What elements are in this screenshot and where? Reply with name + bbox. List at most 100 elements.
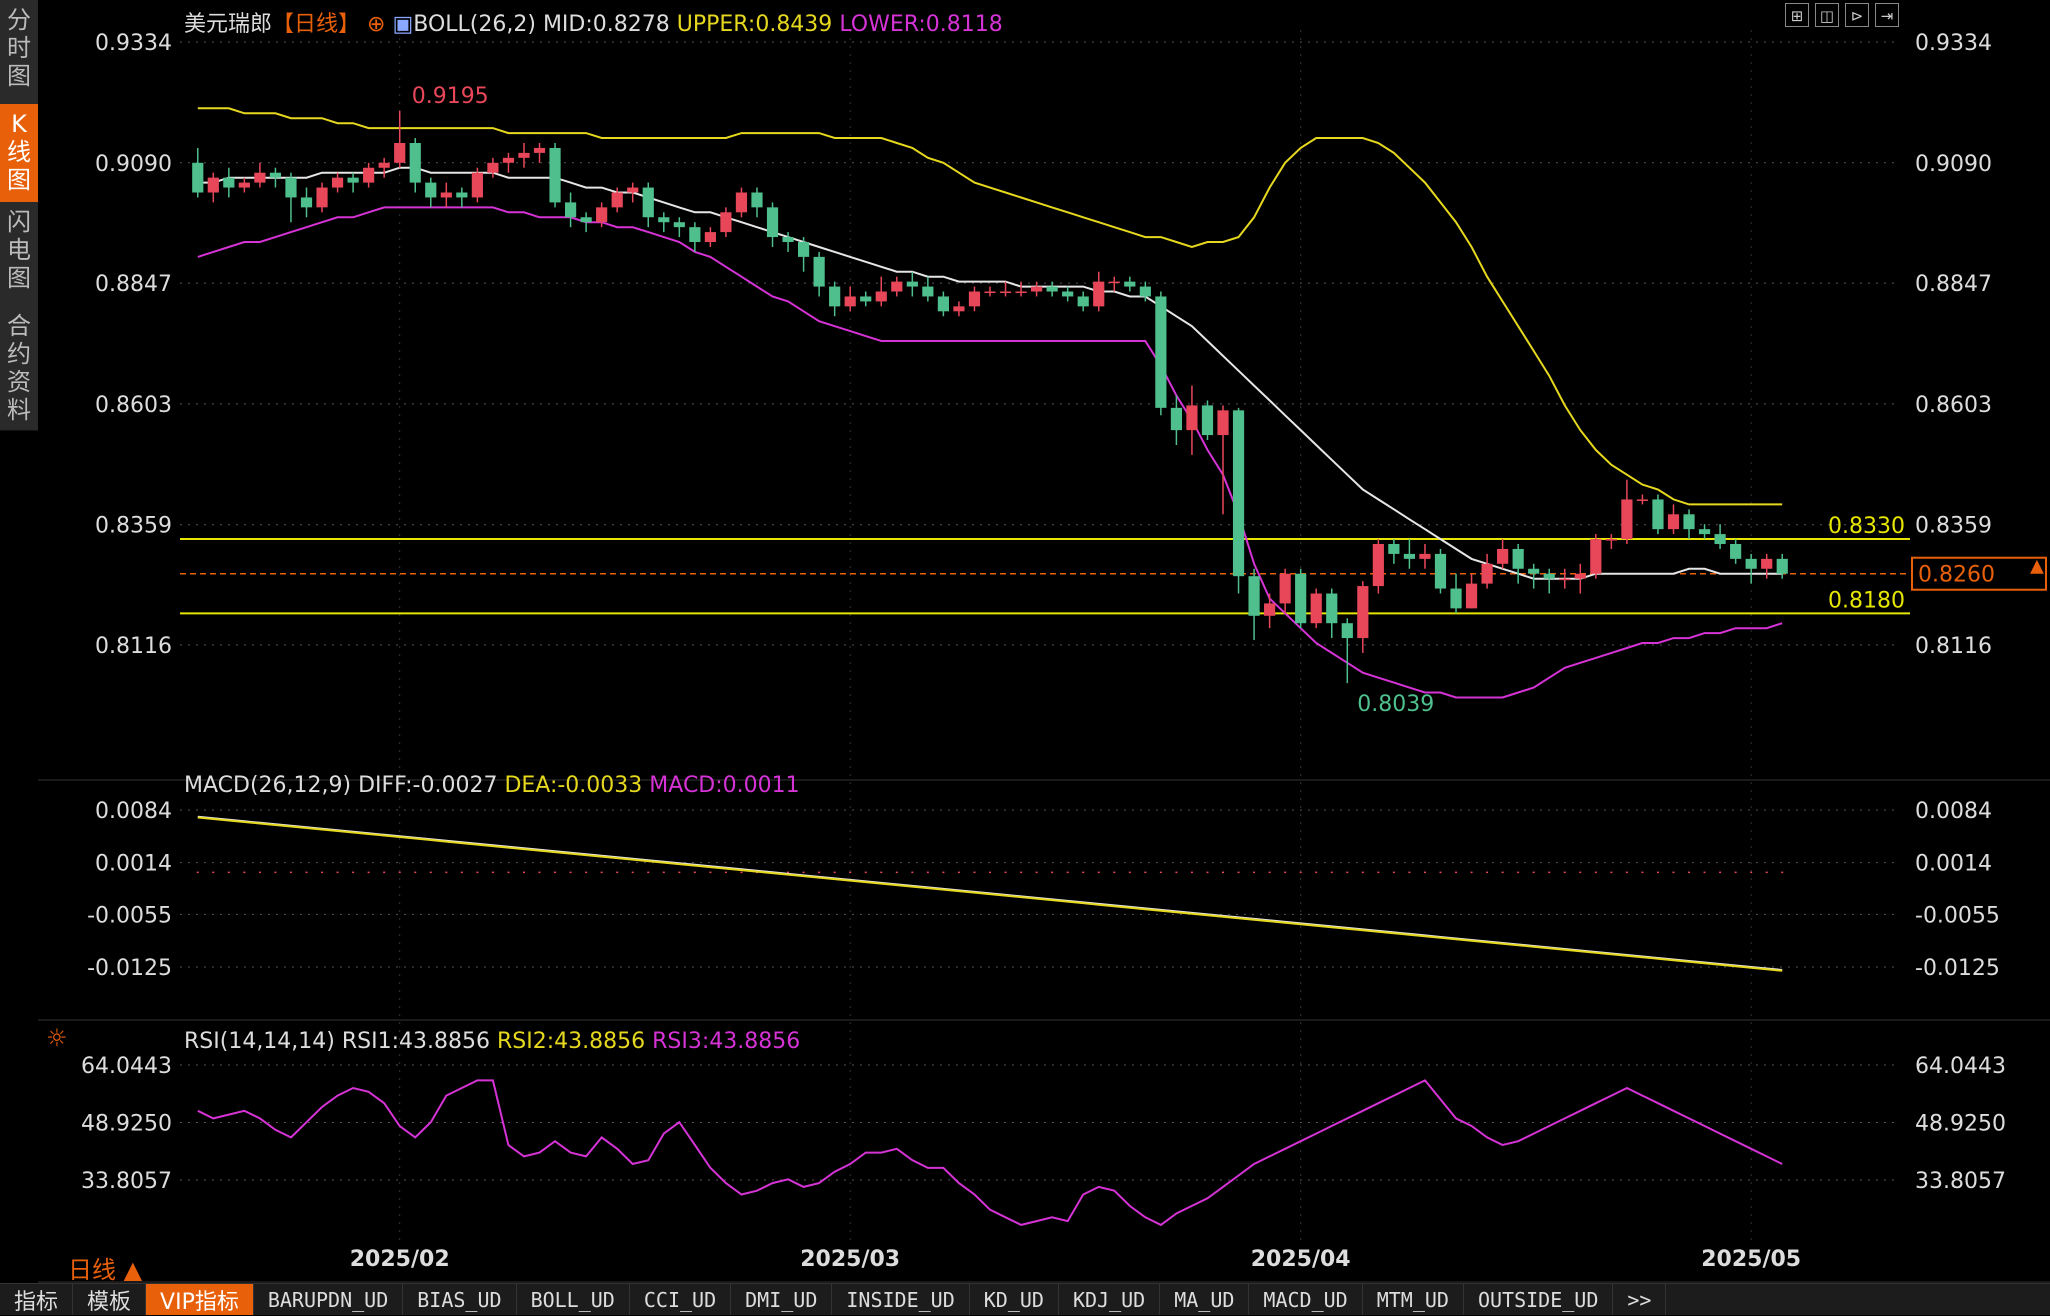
candle-body — [1465, 583, 1478, 609]
bottom-tab-vip-[interactable]: VIP指标 — [146, 1284, 254, 1315]
candle-body — [1388, 544, 1400, 554]
level-label: 0.8330 — [1828, 514, 1905, 539]
indicator-icon[interactable]: ▣ — [392, 12, 413, 37]
candle-body — [1046, 286, 1058, 292]
candle-body — [627, 187, 639, 193]
chart-canvas[interactable]: 0.83300.81800.8260 ▲ 0.91950.8039 0.9334 0… — [0, 0, 2050, 1314]
layout-end-icon[interactable]: ⇥ — [1875, 3, 1899, 27]
candle — [269, 167, 282, 188]
y-tick-right: 0.0084 — [1915, 799, 1992, 824]
candle-body — [1186, 405, 1198, 431]
candle — [673, 217, 685, 238]
candle-body — [689, 227, 701, 243]
layout-grid-icon[interactable]: ⊞ — [1785, 3, 1809, 27]
candle-body — [1574, 573, 1586, 579]
candle — [829, 281, 841, 317]
y-tick-right: 0.8359 — [1915, 514, 1992, 539]
candle-body — [1310, 593, 1322, 624]
candle-body — [611, 192, 623, 208]
candle-body — [331, 177, 344, 188]
candle — [1776, 553, 1788, 579]
candle-body — [440, 192, 452, 198]
candle — [891, 276, 903, 297]
rsi2-value: RSI2:43.8856 — [497, 1029, 646, 1054]
bottom-tab-boll-ud[interactable]: BOLL_UD — [517, 1284, 630, 1315]
candle-body — [1512, 548, 1524, 569]
candle — [1497, 539, 1509, 569]
y-tick-left: -0.0055 — [87, 903, 172, 928]
bottom-tab-macd-ud[interactable]: MACD_UD — [1249, 1284, 1363, 1315]
candle — [1015, 281, 1027, 297]
candle — [285, 172, 297, 223]
rsi-line — [197, 1079, 1783, 1227]
bottom-tab-mtm-ud[interactable]: MTM_UD — [1363, 1284, 1464, 1315]
bottom-tab-kdj-ud[interactable]: KDJ_UD — [1059, 1284, 1161, 1315]
candle — [1559, 568, 1571, 589]
candle — [1434, 548, 1447, 594]
tab-kline[interactable]: K线图 — [0, 104, 38, 203]
candle-body — [471, 172, 483, 198]
candle-body — [1403, 553, 1416, 559]
candle-body — [1559, 578, 1571, 581]
axis-labels: 0.9334 0.9334 0.9090 0.9090 0.8847 0.8847 0.86… — [81, 31, 2006, 1272]
candle — [689, 222, 701, 252]
bottom-tab-bias-ud[interactable]: BIAS_UD — [403, 1284, 517, 1315]
tab-contract-info[interactable]: 合约资料 — [0, 306, 38, 431]
candle — [1062, 286, 1074, 302]
y-tick-right: 0.9334 — [1915, 31, 1992, 56]
candle-body — [254, 172, 266, 183]
bottom-tab--[interactable]: 指标 — [0, 1284, 74, 1315]
candle-body — [300, 197, 313, 208]
bottom-tab-cci-ud[interactable]: CCI_UD — [630, 1284, 732, 1315]
y-tick-right: -0.0055 — [1915, 903, 2000, 928]
candle-body — [766, 207, 779, 238]
y-tick-left: 0.8603 — [95, 393, 172, 418]
candle-body — [875, 291, 887, 302]
candle-body — [720, 212, 732, 233]
candle-body — [906, 281, 918, 287]
candle — [1605, 534, 1617, 549]
candle — [1403, 539, 1416, 569]
period-selector[interactable]: 日线 ▲ — [68, 1250, 142, 1285]
tab-flash[interactable]: 闪电图 — [0, 202, 38, 307]
period-tag: 【日线】 — [272, 12, 361, 37]
tab-timeline[interactable]: 分时图 — [0, 0, 38, 105]
candle — [968, 286, 981, 312]
candle — [844, 286, 856, 312]
y-tick-left: -0.0125 — [87, 956, 172, 981]
candle-body — [1108, 281, 1120, 284]
candle — [1590, 534, 1602, 579]
layout-forward-icon[interactable]: ⊳ — [1845, 3, 1869, 27]
y-tick-right: 0.8603 — [1915, 393, 1992, 418]
bottom-tab-ma-ud[interactable]: MA_UD — [1160, 1284, 1250, 1315]
rsi3-value: RSI3:43.8856 — [652, 1029, 801, 1054]
candle-body — [751, 192, 763, 208]
bottom-tab-outside-ud[interactable]: OUTSIDE_UD — [1464, 1284, 1614, 1315]
boll-upper-line — [197, 107, 1783, 506]
settings-sun-icon[interactable]: ☼ — [46, 1024, 68, 1052]
y-tick-right: 0.8116 — [1915, 634, 1992, 659]
level-label: 0.8180 — [1828, 588, 1905, 613]
bottom-tab-kd-ud[interactable]: KD_UD — [970, 1284, 1059, 1315]
bottom-tab-barupdn-ud[interactable]: BARUPDN_UD — [254, 1284, 404, 1315]
candle-body — [999, 291, 1012, 294]
candle — [1636, 494, 1649, 505]
candle — [720, 207, 732, 238]
candle — [1465, 573, 1478, 609]
layout-split-icon[interactable]: ◫ — [1815, 3, 1839, 27]
bottom-tab-dmi-ud[interactable]: DMI_UD — [731, 1284, 833, 1315]
bottom-tab--[interactable]: >> — [1613, 1284, 1667, 1315]
bottom-tab--[interactable]: 模板 — [73, 1284, 147, 1315]
boll-name: BOLL(26,2) — [413, 12, 536, 37]
candle — [860, 291, 872, 307]
candle-body — [1667, 514, 1680, 530]
x-tick: 2025/03 — [800, 1247, 900, 1272]
candle — [347, 172, 359, 193]
crosshair-icon[interactable]: ⊕ — [367, 12, 385, 37]
candle-body — [1652, 499, 1664, 530]
bottom-tab-inside-ud[interactable]: INSIDE_UD — [832, 1284, 970, 1315]
y-tick-left: 0.8359 — [95, 514, 172, 539]
candle — [1419, 544, 1431, 569]
candle-body — [953, 306, 965, 312]
candle — [300, 187, 313, 218]
